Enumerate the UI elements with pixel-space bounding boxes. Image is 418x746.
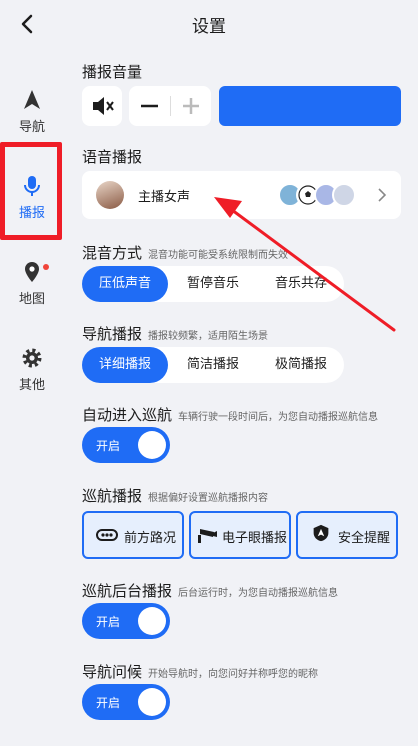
mix-title-text: 混音方式 xyxy=(82,244,143,262)
sidebar-highlight-box xyxy=(0,142,62,240)
header: 设置 xyxy=(0,0,418,48)
auto-cruise-toggle[interactable]: 开启 xyxy=(82,427,170,463)
cruise-broadcast-title: 巡航播报 根据偏好设置巡航播报内容 xyxy=(82,485,268,506)
sidebar-item-navigation[interactable]: 导航 xyxy=(2,78,62,148)
cruise-background-toggle[interactable]: 开启 xyxy=(82,603,170,639)
mix-title: 混音方式 混音功能可能受系统限制而失效 xyxy=(82,242,288,263)
cruise-background-hint: 后台运行时，为您自动播报巡航信息 xyxy=(178,588,339,599)
nav-broadcast-hint: 播报较频繁，适用陌生场景 xyxy=(148,331,269,342)
auto-cruise-title: 自动进入巡航 车辆行驶一段时间后，为您自动播报巡航信息 xyxy=(82,404,378,425)
nav-greeting-title: 导航问候 开始导航时，向您问好并称呼您的昵称 xyxy=(82,661,318,682)
nav-greeting-hint: 开始导航时，向您问好并称呼您的昵称 xyxy=(148,669,319,680)
cruise-option-safety[interactable]: 安全提醒 xyxy=(296,511,398,559)
notification-dot xyxy=(43,264,49,270)
mix-hint: 混音功能可能受系统限制而失效 xyxy=(148,250,289,261)
auto-cruise-title-text: 自动进入巡航 xyxy=(82,406,173,424)
nav-broadcast-title-text: 导航播报 xyxy=(82,325,143,343)
cruise-option-label: 电子眼播报 xyxy=(222,531,288,546)
voice-title: 语音播报 xyxy=(82,148,143,166)
cruise-option-label: 前方路况 xyxy=(124,531,177,546)
sidebar-item-label: 导航 xyxy=(18,120,45,135)
minus-icon[interactable] xyxy=(129,86,169,126)
toggle-label: 开启 xyxy=(96,439,121,453)
cruise-option-traffic-ahead[interactable]: 前方路况 xyxy=(82,511,184,559)
nav-option-concise[interactable]: 简洁播报 xyxy=(170,347,256,383)
chevron-right-icon xyxy=(378,188,387,202)
cruise-background-title-text: 巡航后台播报 xyxy=(82,582,173,600)
voice-selector[interactable]: 主播女声 xyxy=(82,171,401,219)
sidebar-item-label: 其他 xyxy=(18,378,45,393)
nav-broadcast-title: 导航播报 播报较频繁，适用陌生场景 xyxy=(82,323,268,344)
sidebar-item-other[interactable]: 其他 xyxy=(2,336,62,406)
nav-broadcast-segmented-control: 详细播报 简洁播报 极简播报 xyxy=(82,347,344,383)
shield-navigation-icon xyxy=(313,524,329,542)
navigation-arrow-icon xyxy=(24,90,40,109)
mute-button[interactable] xyxy=(82,86,122,126)
mix-option-pause-music[interactable]: 暂停音乐 xyxy=(170,266,256,302)
toggle-label: 开启 xyxy=(96,615,121,629)
mix-segmented-control: 压低声音 暂停音乐 音乐共存 xyxy=(82,266,344,302)
toggle-knob xyxy=(138,431,166,459)
nav-greeting-toggle[interactable]: 开启 xyxy=(82,684,170,720)
speaker-mute-icon xyxy=(93,97,114,115)
voice-name: 主播女声 xyxy=(138,190,191,205)
toggle-knob xyxy=(138,688,166,716)
nav-greeting-title-text: 导航问候 xyxy=(82,663,143,681)
cruise-option-camera[interactable]: 电子眼播报 xyxy=(189,511,291,559)
sidebar-item-map[interactable]: 地图 xyxy=(2,250,62,320)
toggle-label: 开启 xyxy=(96,696,121,710)
road-condition-icon xyxy=(96,529,118,541)
sidebar-item-label: 地图 xyxy=(18,292,45,307)
cruise-broadcast-title-text: 巡航播报 xyxy=(82,487,143,505)
voice-avatar xyxy=(96,181,124,209)
mix-option-coexist[interactable]: 音乐共存 xyxy=(258,266,344,302)
mix-option-lower-volume[interactable]: 压低声音 xyxy=(82,266,168,302)
page-title: 设置 xyxy=(192,17,226,37)
nav-option-detailed[interactable]: 详细播报 xyxy=(82,347,168,383)
map-pin-icon xyxy=(25,262,39,282)
nav-option-minimal[interactable]: 极简播报 xyxy=(258,347,344,383)
plus-icon[interactable] xyxy=(171,86,211,126)
volume-stepper xyxy=(129,86,211,126)
auto-cruise-hint: 车辆行驶一段时间后，为您自动播报巡航信息 xyxy=(178,412,379,423)
volume-level-bar[interactable] xyxy=(219,86,401,126)
cruise-option-label: 安全提醒 xyxy=(338,531,391,546)
voice-option-avatar xyxy=(332,183,356,207)
toggle-knob xyxy=(138,607,166,635)
cruise-background-title: 巡航后台播报 后台运行时，为您自动播报巡航信息 xyxy=(82,580,338,601)
traffic-camera-icon xyxy=(198,529,217,543)
volume-title: 播报音量 xyxy=(82,63,143,81)
cruise-broadcast-hint: 根据偏好设置巡航播报内容 xyxy=(148,493,269,504)
gear-icon xyxy=(22,348,42,368)
